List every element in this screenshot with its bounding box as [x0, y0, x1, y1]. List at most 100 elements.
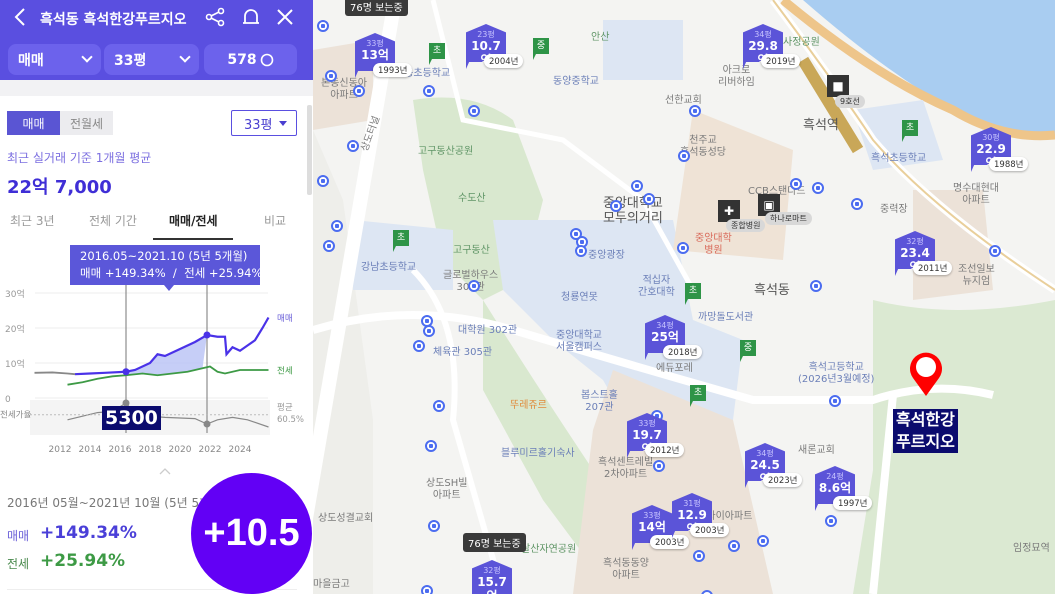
map-place-label[interactable]: 상도SH빌 아파트 — [426, 478, 467, 502]
map-view[interactable]: 본동신동아 아파트 본동초등학교 동양중학교 안산 선한교회 고구동산공원 수도산 고구동산 글… — [313, 0, 1055, 594]
tab-sale-jeonse[interactable]: 매매/전세 — [169, 212, 218, 229]
bus-stop-icon[interactable] — [433, 400, 445, 412]
map-place-label[interactable]: 달산자연공원 — [521, 544, 576, 556]
chevron-up-icon[interactable] — [158, 467, 172, 475]
map-place-label[interactable]: 흑석동동양 아파트 — [603, 558, 649, 582]
back-icon[interactable] — [10, 6, 32, 28]
bus-stop-icon[interactable] — [812, 182, 824, 194]
map-place-label[interactable]: 흑석고등학교 (2026년3월예정) — [798, 362, 874, 386]
size-dropdown[interactable]: 33평 — [104, 44, 199, 75]
share-icon[interactable] — [204, 6, 226, 28]
school-flag-icon[interactable]: 중 — [533, 38, 549, 60]
bus-stop-icon[interactable] — [353, 85, 365, 97]
map-place-label[interactable]: 동양중학교 — [553, 76, 599, 88]
bus-stop-icon[interactable] — [728, 540, 740, 552]
tab-compare[interactable]: 비교 — [264, 212, 286, 229]
map-place-label[interactable]: 중앙대학 병원 — [695, 233, 732, 257]
map-place-label[interactable]: 새론교회 — [798, 445, 835, 457]
tab-recent-3y[interactable]: 최근 3년 — [10, 212, 55, 229]
school-flag-icon[interactable]: 초 — [902, 120, 918, 142]
bus-stop-icon[interactable] — [810, 280, 822, 292]
bus-stop-icon[interactable] — [428, 520, 440, 532]
bus-stop-icon[interactable] — [413, 340, 425, 352]
map-place-label[interactable]: 고구동산 — [453, 245, 490, 257]
map-place-label[interactable]: 아크로 리버하임 — [718, 65, 755, 89]
apartment-price-marker[interactable]: 34평24.5억2023년 — [745, 443, 803, 488]
bus-stop-icon[interactable] — [643, 193, 655, 205]
apartment-price-marker[interactable]: 31평12.9억2003년 — [672, 493, 730, 538]
bus-stop-icon[interactable] — [825, 515, 837, 527]
map-place-label[interactable]: 명수대현대 아파트 — [953, 183, 999, 207]
bus-stop-icon[interactable] — [575, 245, 587, 257]
map-place-label[interactable]: 사정공원 — [783, 37, 820, 49]
apartment-price-marker[interactable]: 30평22.9억1988년 — [971, 127, 1029, 172]
map-place-label[interactable]: 조선일보 뉴지엄 — [958, 264, 995, 288]
comments-button[interactable]: 578 — [204, 44, 297, 75]
mart-label[interactable]: 하나로마트 — [765, 212, 812, 225]
map-place-label[interactable]: 흑석초등학교 — [871, 153, 926, 165]
apartment-price-marker[interactable]: 34평29.8억2019년 — [743, 24, 801, 69]
map-place-label[interactable]: 봅스트홀 207관 — [581, 390, 618, 414]
size-select[interactable]: 33평 — [231, 110, 297, 136]
toggle-rent[interactable]: 전월세 — [60, 111, 113, 135]
school-flag-icon[interactable]: 초 — [393, 230, 409, 252]
map-place-label[interactable]: 적십자 간호대학 — [638, 275, 675, 299]
apartment-price-marker[interactable]: 32평15.7억 — [472, 560, 516, 594]
bus-stop-icon[interactable] — [421, 585, 433, 594]
school-flag-icon[interactable]: 초 — [690, 385, 706, 407]
map-place-label[interactable]: 체육관 305관 — [433, 347, 492, 359]
bus-stop-icon[interactable] — [989, 245, 1001, 257]
bus-stop-icon[interactable] — [829, 395, 841, 407]
bus-stop-icon[interactable] — [631, 180, 643, 192]
bus-stop-icon[interactable] — [678, 150, 690, 162]
map-place-label[interactable]: 대학원 302관 — [458, 325, 517, 337]
map-place-label[interactable]: 에듀포레 — [656, 363, 693, 375]
bus-stop-icon[interactable] — [693, 550, 705, 562]
map-place-label[interactable]: 까망돌도서관 — [698, 312, 753, 324]
location-pin-icon[interactable] — [908, 350, 944, 398]
school-flag-icon[interactable]: 초 — [685, 283, 701, 305]
bus-stop-icon[interactable] — [423, 85, 435, 97]
bus-stop-icon[interactable] — [610, 200, 622, 212]
toggle-sale[interactable]: 매매 — [7, 111, 60, 135]
apartment-price-marker[interactable]: 33평 14억 2003년 — [632, 505, 690, 550]
map-place-label[interactable]: 흑석역 — [803, 118, 839, 133]
map-place-label[interactable]: 중앙대학교 서울캠퍼스 — [556, 330, 602, 354]
map-place-label[interactable]: 마을금고 — [313, 579, 350, 591]
subway-line-label[interactable]: 9호선 — [835, 95, 865, 108]
bus-stop-icon[interactable] — [423, 325, 435, 337]
map-place-label[interactable]: 흑석센트레빌 2차아파트 — [598, 457, 653, 481]
subway-icon[interactable]: ■ — [827, 75, 849, 97]
bus-stop-icon[interactable] — [323, 240, 335, 252]
scrollbar[interactable] — [307, 105, 312, 195]
map-place-label[interactable]: 청룡연못 — [561, 292, 598, 304]
bus-stop-icon[interactable] — [468, 280, 480, 292]
apartment-price-marker[interactable]: 23평10.7억2004년 — [466, 24, 524, 69]
apartment-price-marker[interactable]: 33평 13억 1993년 — [355, 33, 413, 78]
bus-stop-icon[interactable] — [317, 20, 329, 32]
map-place-label[interactable]: 고구동산공원 — [418, 146, 473, 158]
map-place-label[interactable]: 흑석동 — [754, 283, 790, 298]
bell-icon[interactable] — [240, 6, 262, 28]
apartment-price-marker[interactable]: 34평 25억 2018년 — [645, 315, 703, 360]
map-place-label[interactable]: 수도산 — [458, 193, 486, 205]
map-place-label[interactable]: 블루미르홀기숙사 — [501, 448, 575, 460]
apartment-price-marker[interactable]: 33평19.7억2012년 — [627, 413, 685, 458]
map-place-label[interactable]: 임정묘역 — [1013, 543, 1050, 555]
close-icon[interactable] — [274, 6, 296, 28]
hospital-label[interactable]: 종합병원 — [726, 219, 766, 232]
price-chart[interactable]: 30억 20억 10억 0 2012 2014 2016 2018 2020 2022 2024 매매… — [0, 285, 313, 465]
map-place-label[interactable]: 강남초등학교 — [361, 262, 416, 274]
bus-stop-icon[interactable] — [653, 460, 665, 472]
bus-stop-icon[interactable] — [347, 140, 359, 152]
bus-stop-icon[interactable] — [757, 535, 769, 547]
bus-stop-icon[interactable] — [331, 220, 343, 232]
map-place-label[interactable]: 안산 — [591, 32, 609, 44]
bus-stop-icon[interactable] — [851, 198, 863, 210]
tab-all-period[interactable]: 전체 기간 — [89, 212, 137, 229]
map-place-label[interactable]: 상도성결교회 — [318, 513, 373, 525]
bus-stop-icon[interactable] — [468, 105, 480, 117]
map-place-label[interactable]: 중앙광장 — [588, 250, 625, 262]
map-place-label[interactable]: 뚜레쥬르 — [510, 400, 547, 412]
bus-stop-icon[interactable] — [790, 178, 802, 190]
